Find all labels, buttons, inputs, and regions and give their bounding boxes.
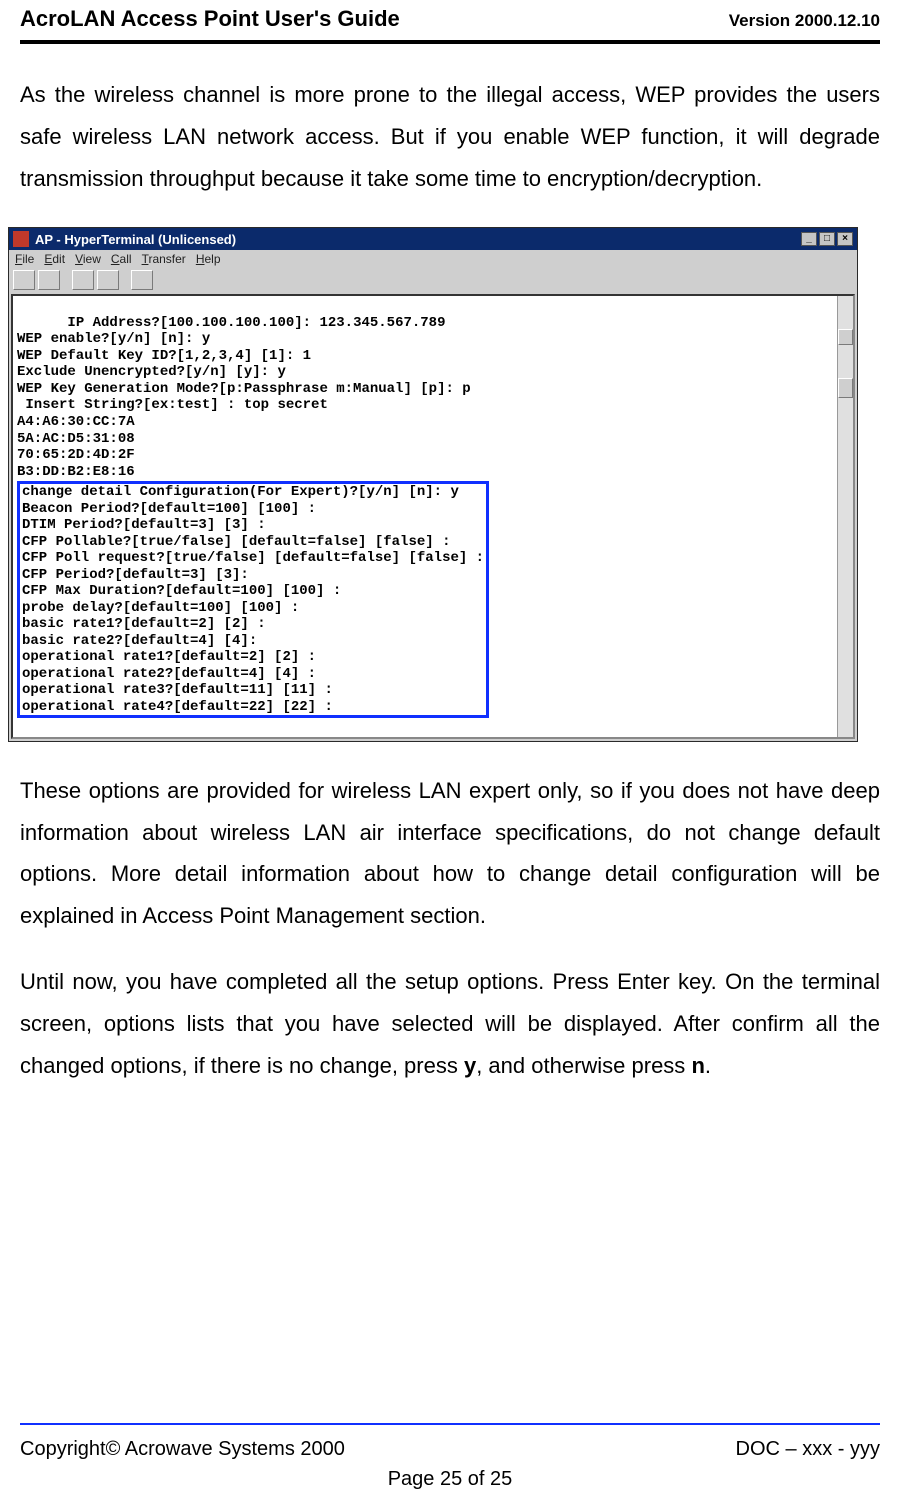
copyright: Copyright© Acrowave Systems 2000 — [20, 1438, 345, 1461]
menu-transfer[interactable]: Transfer — [142, 252, 186, 266]
doc-number: DOC – xxx - yyy — [736, 1438, 880, 1461]
toolbar-button-3[interactable] — [72, 270, 94, 290]
p3-pre: Until now, you have completed all the se… — [20, 969, 880, 1078]
close-button[interactable]: × — [837, 232, 853, 246]
vertical-scrollbar[interactable] — [837, 296, 853, 736]
p3-mid: , and otherwise press — [476, 1053, 691, 1078]
toolbar — [9, 268, 857, 294]
expert-config-highlight: change detail Configuration(For Expert)?… — [17, 481, 489, 718]
window-title: AP - HyperTerminal (Unlicensed) — [35, 232, 236, 247]
menu-call[interactable]: Call — [111, 252, 132, 266]
toolbar-button-5[interactable] — [131, 270, 153, 290]
menu-view[interactable]: View — [75, 252, 101, 266]
body-2: These options are provided for wireless … — [0, 770, 900, 1087]
terminal-area[interactable]: IP Address?[100.100.100.100]: 123.345.56… — [11, 294, 855, 738]
terminal-text-box: change detail Configuration(For Expert)?… — [22, 484, 484, 715]
paragraph-3: Until now, you have completed all the se… — [20, 961, 880, 1086]
footer-rule — [20, 1423, 880, 1425]
menu-edit[interactable]: Edit — [44, 252, 65, 266]
footer: Copyright© Acrowave Systems 2000 DOC – x… — [20, 1438, 880, 1461]
body: As the wireless channel is more prone to… — [0, 74, 900, 199]
window-titlebar[interactable]: AP - HyperTerminal (Unlicensed) _ □ × — [9, 228, 857, 250]
menubar: File Edit View Call Transfer Help — [9, 250, 857, 268]
p3-end: . — [705, 1053, 711, 1078]
toolbar-button-2[interactable] — [38, 270, 60, 290]
doc-title: AcroLAN Access Point User's Guide — [20, 6, 400, 32]
scrollbar-thumb[interactable] — [838, 378, 853, 398]
terminal-text-top: IP Address?[100.100.100.100]: 123.345.56… — [17, 315, 471, 480]
menu-help[interactable]: Help — [196, 252, 221, 266]
page-number: Page 25 of 25 — [0, 1468, 900, 1491]
menu-file[interactable]: File — [15, 252, 34, 266]
key-y: y — [464, 1053, 476, 1078]
paragraph-2: These options are provided for wireless … — [20, 770, 880, 937]
scrollbar-up-icon[interactable] — [838, 329, 853, 345]
toolbar-button-4[interactable] — [97, 270, 119, 290]
key-n: n — [691, 1053, 704, 1078]
hyperterminal-window: AP - HyperTerminal (Unlicensed) _ □ × Fi… — [8, 227, 858, 741]
doc-version: Version 2000.12.10 — [729, 11, 880, 31]
header-rule — [20, 40, 880, 44]
maximize-button[interactable]: □ — [819, 232, 835, 246]
page-header: AcroLAN Access Point User's Guide Versio… — [0, 0, 900, 40]
minimize-button[interactable]: _ — [801, 232, 817, 246]
app-icon — [13, 231, 29, 247]
toolbar-button-1[interactable] — [13, 270, 35, 290]
paragraph-1: As the wireless channel is more prone to… — [20, 74, 880, 199]
